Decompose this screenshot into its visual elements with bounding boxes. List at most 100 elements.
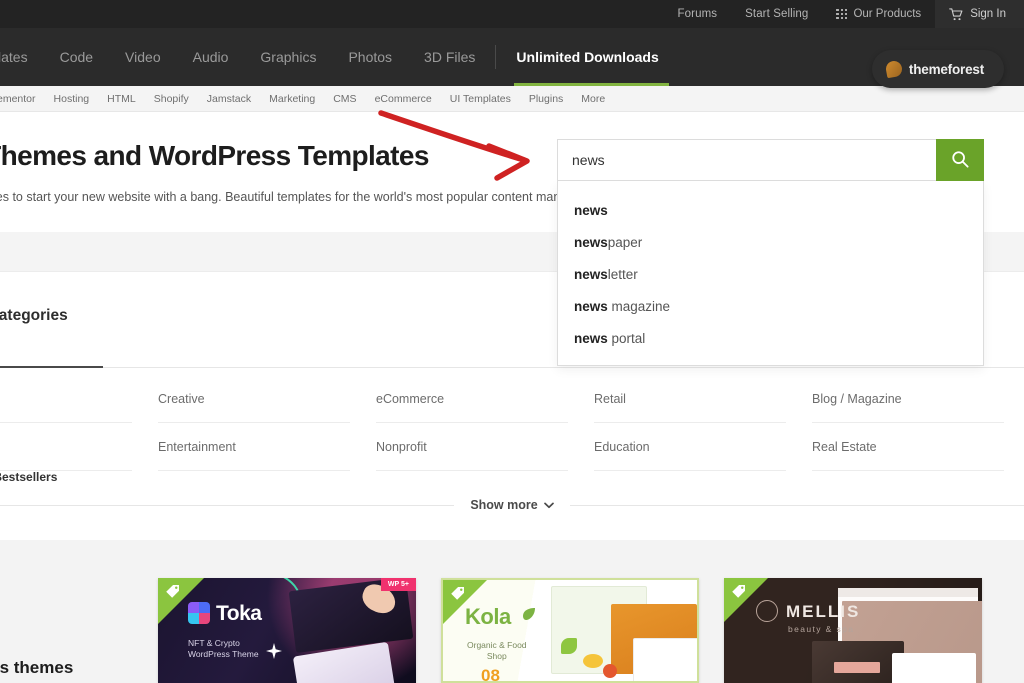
subnav-item-jamstack[interactable]: Jamstack [198, 93, 260, 105]
show-more-row: Show more [0, 494, 1024, 516]
card-title: Kola [465, 604, 511, 629]
card-subtitle: Organic & Food Shop [467, 640, 527, 661]
vegetable-graphic [603, 664, 617, 678]
vegetable-graphic [583, 654, 603, 668]
topbar-link-forums[interactable]: Forums [664, 0, 732, 28]
sparkle-icon [266, 643, 282, 659]
chevron-down-icon [543, 498, 554, 512]
nav-item-graphics[interactable]: Graphics [244, 28, 332, 86]
category-cell-entertainment[interactable]: Entertainment [158, 423, 350, 471]
show-more-rule-left [0, 504, 455, 506]
categories-active-tab-indicator [0, 366, 103, 368]
our-products-button[interactable]: Our Products [822, 8, 935, 20]
grid-icon [836, 8, 848, 20]
bestsellers-section: lPress themes Toka NFT & Crypto WordPres… [0, 540, 1024, 683]
search-suggestion-newspaper[interactable]: newspaper [558, 227, 983, 259]
card-number: 08 [481, 666, 500, 683]
search-icon [951, 150, 969, 171]
nav-item-3d-files[interactable]: 3D Files [408, 28, 491, 86]
page-title: s Themes and WordPress Templates [0, 140, 429, 171]
vegetable-graphic [561, 638, 577, 654]
subnav-item-elementor[interactable]: ementor [0, 93, 45, 105]
category-cell[interactable] [0, 423, 132, 471]
category-cell-real-estate[interactable]: Real Estate [812, 423, 1004, 471]
themeforest-brand-badge[interactable]: themeforest [871, 50, 1004, 88]
search-suggestion-news-magazine[interactable]: news magazine [558, 291, 983, 323]
search-button[interactable] [936, 139, 984, 181]
suggestion-match: news [574, 299, 608, 314]
product-card-mellis[interactable]: MELLIS beauty & spa [724, 578, 982, 683]
suggestion-rest: letter [607, 267, 638, 282]
nav-item-photos[interactable]: Photos [332, 28, 408, 86]
price-tag-icon [165, 584, 180, 604]
nav-separator [495, 45, 497, 69]
cart-icon [949, 7, 963, 21]
card-badge: WP 5+ [380, 578, 416, 591]
categories-grid: Creative eCommerce Retail Blog / Magazin… [0, 375, 1024, 471]
show-more-button[interactable]: Show more [454, 498, 569, 512]
toka-logo-icon [188, 602, 210, 624]
search-suggestions-dropdown: news newspaper newsletter news magazine … [557, 181, 984, 366]
suggestion-match: news [574, 331, 608, 346]
card-title: MELLIS [786, 602, 861, 621]
subnav-item-hosting[interactable]: Hosting [45, 93, 99, 105]
nav-item-audio[interactable]: Audio [177, 28, 245, 86]
subnav-item-marketing[interactable]: Marketing [260, 93, 324, 105]
price-tag-icon [450, 586, 465, 606]
category-cell-blog-magazine[interactable]: Blog / Magazine [812, 375, 1004, 423]
category-cell-education[interactable]: Education [594, 423, 786, 471]
categories-heading: ess categories [0, 307, 68, 324]
mellis-emblem-icon [756, 600, 778, 622]
topbar-link-start-selling[interactable]: Start Selling [731, 0, 822, 28]
nav-item-code[interactable]: Code [44, 28, 109, 86]
categories-tab-line [0, 367, 1024, 368]
suggestion-rest: paper [607, 235, 643, 250]
nav-item-video[interactable]: Video [109, 28, 177, 86]
sign-in-label: Sign In [970, 8, 1006, 20]
show-more-label: Show more [470, 498, 538, 512]
sub-nav-items: ementor Hosting HTML Shopify Jamstack Ma… [0, 93, 614, 105]
suggestion-match: news [574, 267, 608, 282]
sub-navigation: ementor Hosting HTML Shopify Jamstack Ma… [0, 86, 1024, 112]
sign-in-button[interactable]: Sign In [935, 0, 1024, 28]
search-input[interactable] [557, 139, 936, 181]
card-cta-graphic [834, 662, 880, 673]
category-cell-creative[interactable]: Creative [158, 375, 350, 423]
category-cell-nonprofit[interactable]: Nonprofit [376, 423, 568, 471]
suggestion-rest: portal [607, 331, 646, 346]
subnav-item-ecommerce[interactable]: eCommerce [366, 93, 441, 105]
subnav-item-shopify[interactable]: Shopify [145, 93, 198, 105]
card-title: Toka [216, 602, 262, 625]
subnav-item-ui-templates[interactable]: UI Templates [441, 93, 520, 105]
subnav-item-html[interactable]: HTML [98, 93, 145, 105]
card-screenshot-3 [633, 638, 697, 681]
nav-item-unlimited-downloads[interactable]: Unlimited Downloads [500, 28, 674, 86]
category-cell-ecommerce[interactable]: eCommerce [376, 375, 568, 423]
product-card-kola[interactable]: Kola Organic & Food Shop 08 [441, 578, 699, 683]
subnav-item-more[interactable]: More [572, 93, 614, 105]
bestsellers-heading: lPress themes [0, 658, 74, 677]
search-row [557, 139, 984, 181]
nav-item-templates[interactable]: lates [0, 28, 44, 86]
main-navigation: lates Code Video Audio Graphics Photos 3… [0, 28, 1024, 86]
category-cell[interactable] [0, 375, 132, 423]
card-subtitle: beauty & spa [788, 624, 855, 634]
top-utility-bar: Forums Start Selling Our Products Sign I… [0, 0, 1024, 28]
product-card-toka[interactable]: Toka NFT & Crypto WordPress Theme WP 5+ [158, 578, 416, 683]
search-suggestion-newsletter[interactable]: newsletter [558, 259, 983, 291]
subnav-item-cms[interactable]: CMS [324, 93, 365, 105]
suggestion-match: news [574, 235, 608, 250]
leaf-icon [521, 606, 537, 627]
brand-label: themeforest [908, 61, 984, 77]
suggestion-match: news [574, 203, 608, 218]
category-cell-retail[interactable]: Retail [594, 375, 786, 423]
product-card-list: Toka NFT & Crypto WordPress Theme WP 5+ [158, 578, 982, 683]
our-products-label: Our Products [853, 8, 922, 20]
browse-bestsellers-link[interactable]: owse Bestsellers [0, 470, 57, 484]
leaf-icon [884, 59, 904, 79]
search-suggestion-news-portal[interactable]: news portal [558, 323, 983, 355]
price-tag-icon [731, 584, 746, 604]
search-suggestion-news[interactable]: news [558, 195, 983, 227]
subnav-item-plugins[interactable]: Plugins [520, 93, 572, 105]
main-nav-items: lates Code Video Audio Graphics Photos 3… [0, 28, 675, 86]
